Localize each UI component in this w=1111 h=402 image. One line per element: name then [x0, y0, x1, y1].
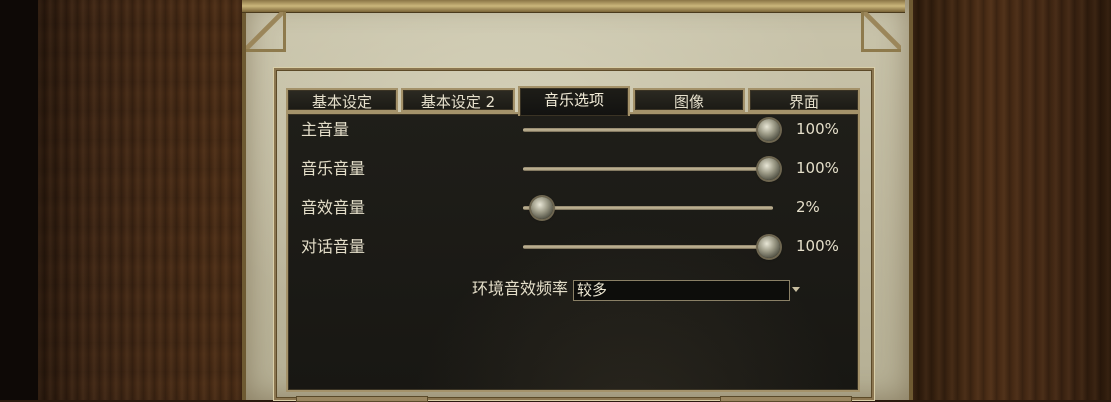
panel-top-border [242, 0, 905, 13]
slider-knob-icon[interactable] [758, 119, 780, 141]
dialogue-volume-value: 100% [796, 237, 839, 255]
sfx-volume-slider[interactable] [523, 197, 773, 219]
music-volume-value: 100% [796, 159, 839, 177]
master-volume-value: 100% [796, 120, 839, 138]
tab-basic-settings[interactable]: 基本设定 [286, 88, 398, 112]
corner-ornament-left-icon [246, 12, 286, 52]
dropdown-arrow-icon[interactable] [792, 287, 800, 292]
bottom-button-left[interactable] [296, 396, 428, 402]
music-volume-label: 音乐音量 [301, 159, 366, 178]
dialogue-volume-slider[interactable] [523, 236, 780, 258]
tab-graphics[interactable]: 图像 [633, 88, 745, 112]
sfx-volume-label: 音效音量 [301, 198, 366, 217]
slider-knob-icon[interactable] [758, 236, 780, 258]
slider-knob-icon[interactable] [530, 197, 553, 219]
tab-interface[interactable]: 界面 [748, 88, 860, 112]
master-volume-label: 主音量 [301, 120, 350, 139]
slider-knob-icon[interactable] [758, 158, 780, 180]
corner-ornament-right-icon [861, 12, 901, 52]
background-edge [0, 0, 38, 400]
background-wood-right [905, 0, 1111, 400]
bottom-button-right[interactable] [720, 396, 852, 402]
master-volume-slider[interactable] [523, 119, 780, 141]
tab-basic-settings-2[interactable]: 基本设定 2 [401, 88, 515, 112]
ambient-frequency-select[interactable]: 较多 [573, 280, 790, 301]
tab-music-options[interactable]: 音乐选项 [518, 86, 630, 116]
music-volume-slider[interactable] [523, 158, 780, 180]
ambient-frequency-label: 环境音效频率 [472, 279, 569, 298]
sfx-volume-value: 2% [796, 198, 820, 216]
dialogue-volume-label: 对话音量 [301, 237, 366, 256]
